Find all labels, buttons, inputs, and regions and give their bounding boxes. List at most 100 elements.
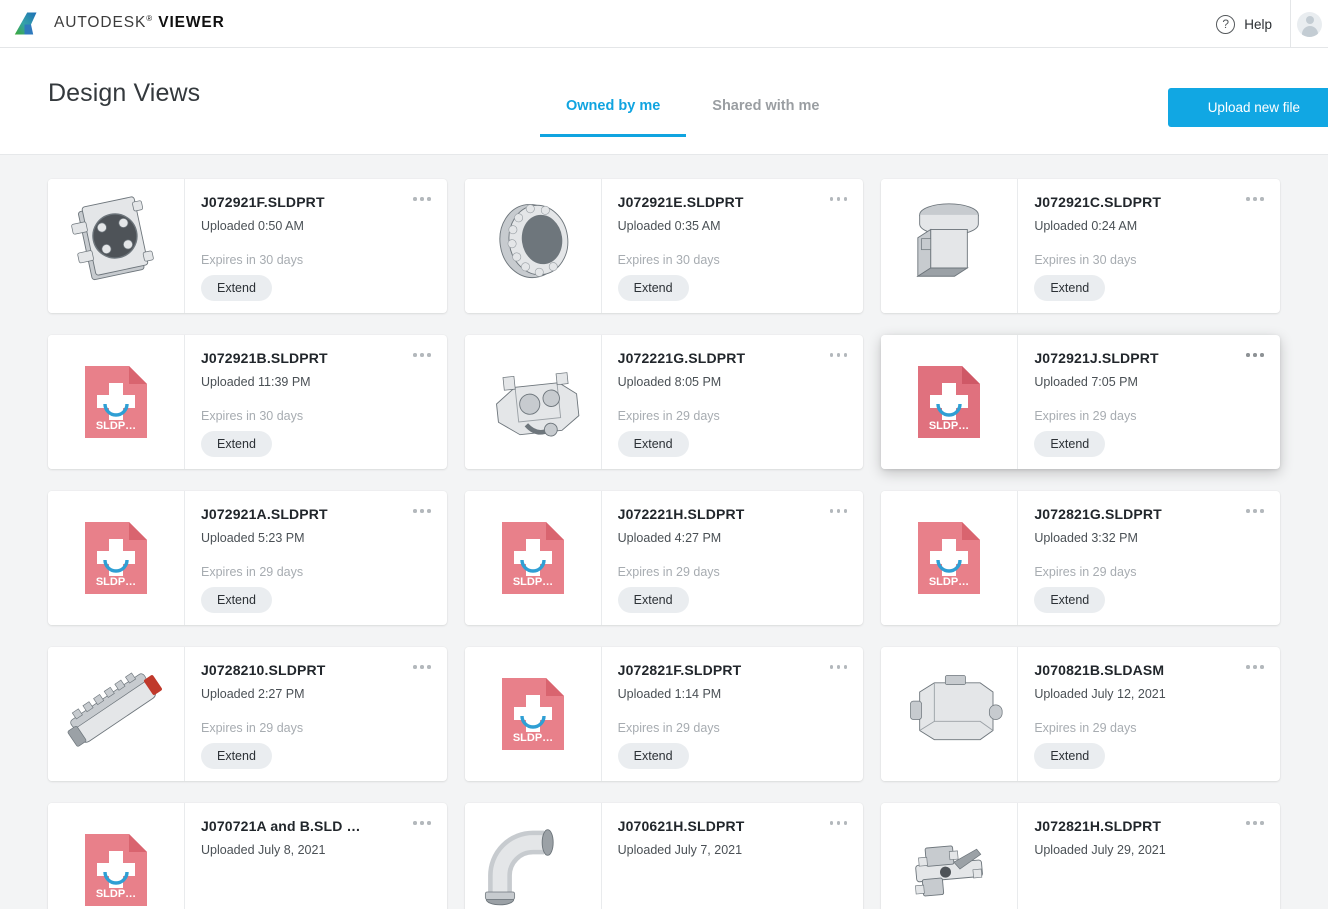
kebab-dot [836, 353, 841, 357]
kebab-dot [1246, 509, 1250, 513]
design-view-card[interactable]: SLDP… J072821G.SLDPRT Uploaded 3:32 PM E… [881, 491, 1280, 625]
upload-new-file-button[interactable]: Upload new file [1167, 88, 1328, 127]
design-view-card[interactable]: SLDP… J072221H.SLDPRT Uploaded 4:27 PM E… [464, 491, 864, 625]
card-thumbnail[interactable] [881, 647, 1019, 781]
kebab-dot [1253, 665, 1257, 669]
card-thumbnail[interactable] [48, 647, 185, 781]
card-info: J070721A and B.SLD … Uploaded July 8, 20… [185, 803, 447, 909]
card-more-options-button[interactable] [829, 193, 848, 205]
card-file-name: J072221G.SLDPRT [617, 350, 746, 366]
card-more-options-button[interactable] [1246, 193, 1264, 205]
card-info: J072821F.SLDPRT Uploaded 1:14 PM Expires… [602, 647, 864, 781]
kebab-dot [843, 821, 848, 825]
kebab-dot [843, 509, 848, 513]
card-expiry-text: Expires in 30 days [1034, 253, 1137, 267]
card-thumbnail[interactable]: SLDP… [48, 491, 185, 625]
kebab-dot [420, 353, 424, 357]
card-more-options-button[interactable] [1246, 349, 1264, 361]
card-extend-button[interactable]: Extend [201, 275, 272, 301]
kebab-dot [427, 665, 431, 669]
model-gearbox-housing [910, 675, 1003, 741]
brand-logo-area[interactable]: AUTODESK® VIEWER [0, 11, 225, 36]
card-extend-button[interactable]: Extend [1034, 431, 1106, 457]
card-expiry-text: Expires in 29 days [201, 721, 304, 735]
card-uploaded-time: Uploaded 4:27 PM [617, 531, 722, 545]
design-view-card[interactable]: J072821H.SLDPRT Uploaded July 29, 2021 [881, 803, 1280, 909]
tab-shared-with-me[interactable]: Shared with me [686, 98, 845, 137]
card-extend-button[interactable]: Extend [617, 431, 689, 457]
card-extend-button[interactable]: Extend [1034, 743, 1106, 769]
design-view-card[interactable]: SLDP… J072921J.SLDPRT Uploaded 7:05 PM E… [881, 335, 1280, 469]
card-more-options-button[interactable] [829, 817, 848, 829]
card-more-options-button[interactable] [829, 661, 848, 673]
design-view-card[interactable]: J070621H.SLDPRT Uploaded July 7, 2021 [464, 803, 864, 909]
card-more-options-button[interactable] [1246, 661, 1264, 673]
card-file-name: J072821H.SLDPRT [1034, 818, 1162, 834]
card-more-options-button[interactable] [1246, 817, 1264, 829]
card-extend-button[interactable]: Extend [617, 743, 689, 769]
design-view-card[interactable]: SLDP… J072921B.SLDPRT Uploaded 11:39 PM … [48, 335, 447, 469]
card-expiry-text: Expires in 29 days [617, 721, 720, 735]
card-more-options-button[interactable] [413, 349, 431, 361]
help-button[interactable]: ? Help [1216, 14, 1290, 34]
card-thumbnail[interactable] [464, 335, 602, 469]
card-extend-button[interactable]: Extend [201, 743, 272, 769]
sldprt-file-icon: SLDP… [918, 522, 981, 594]
card-thumbnail[interactable]: SLDP… [464, 491, 602, 625]
card-thumbnail[interactable] [464, 179, 602, 313]
design-view-card[interactable]: SLDP… J072921A.SLDPRT Uploaded 5:23 PM E… [48, 491, 447, 625]
design-view-card[interactable]: J072921E.SLDPRT Uploaded 0:35 AM Expires… [464, 179, 864, 313]
card-more-options-button[interactable] [413, 505, 431, 517]
card-thumbnail[interactable] [464, 803, 602, 909]
card-thumbnail[interactable]: SLDP… [48, 335, 185, 469]
card-more-options-button[interactable] [829, 505, 848, 517]
card-expiry-text: Expires in 30 days [617, 253, 720, 267]
card-expiry-text: Expires in 29 days [201, 565, 304, 579]
card-thumbnail[interactable] [881, 803, 1019, 909]
sldprt-file-icon: SLDP… [85, 522, 147, 594]
card-info: J072921B.SLDPRT Uploaded 11:39 PM Expire… [185, 335, 447, 469]
card-thumbnail[interactable]: SLDP… [881, 491, 1019, 625]
design-view-card[interactable]: J072221G.SLDPRT Uploaded 8:05 PM Expires… [464, 335, 864, 469]
brand-title: AUTODESK® VIEWER [54, 14, 225, 32]
card-more-options-button[interactable] [829, 349, 848, 361]
design-view-card[interactable]: J0728210.SLDPRT Uploaded 2:27 PM Expires… [48, 647, 447, 781]
design-view-card[interactable]: J072921C.SLDPRT Uploaded 0:24 AM Expires… [881, 179, 1280, 313]
card-thumbnail[interactable]: SLDP… [464, 647, 602, 781]
card-thumbnail[interactable] [48, 179, 185, 313]
kebab-dot [1253, 821, 1257, 825]
design-view-card[interactable]: J072921F.SLDPRT Uploaded 0:50 AM Expires… [48, 179, 447, 313]
card-uploaded-time: Uploaded 3:32 PM [1034, 531, 1138, 545]
tab-owned-by-me[interactable]: Owned by me [540, 98, 687, 137]
user-menu-button[interactable] [1290, 0, 1328, 48]
card-extend-button[interactable]: Extend [617, 275, 689, 301]
design-view-card[interactable]: SLDP… J070721A and B.SLD … Uploaded July… [48, 803, 447, 909]
design-view-card[interactable]: J070821B.SLDASM Uploaded July 12, 2021 E… [881, 647, 1280, 781]
card-info: J0728210.SLDPRT Uploaded 2:27 PM Expires… [185, 647, 447, 781]
card-info: J072821G.SLDPRT Uploaded 3:32 PM Expires… [1018, 491, 1280, 625]
card-thumbnail[interactable]: SLDP… [48, 803, 185, 909]
card-extend-button[interactable]: Extend [1034, 275, 1106, 301]
card-extend-button[interactable]: Extend [201, 587, 272, 613]
model-rod-shaft [67, 672, 162, 747]
kebab-dot [836, 509, 841, 513]
card-extend-button[interactable]: Extend [617, 587, 689, 613]
card-extend-button[interactable]: Extend [201, 431, 272, 457]
card-more-options-button[interactable] [413, 193, 431, 205]
card-more-options-button[interactable] [413, 661, 431, 673]
card-thumbnail[interactable]: SLDP… [881, 335, 1019, 469]
card-more-options-button[interactable] [413, 817, 431, 829]
card-file-name: J072821F.SLDPRT [617, 662, 742, 678]
card-thumbnail[interactable] [881, 179, 1019, 313]
card-file-name: J072821G.SLDPRT [1034, 506, 1162, 522]
kebab-dot [413, 821, 417, 825]
kebab-dot [829, 353, 834, 357]
card-more-options-button[interactable] [1246, 505, 1264, 517]
card-extend-button[interactable]: Extend [1034, 587, 1106, 613]
page-header: Design Views Owned by me Shared with me … [0, 48, 1328, 155]
kebab-dot [427, 197, 431, 201]
kebab-dot [420, 197, 424, 201]
card-uploaded-time: Uploaded 5:23 PM [201, 531, 305, 545]
card-uploaded-time: Uploaded 2:27 PM [201, 687, 305, 701]
design-view-card[interactable]: SLDP… J072821F.SLDPRT Uploaded 1:14 PM E… [464, 647, 864, 781]
